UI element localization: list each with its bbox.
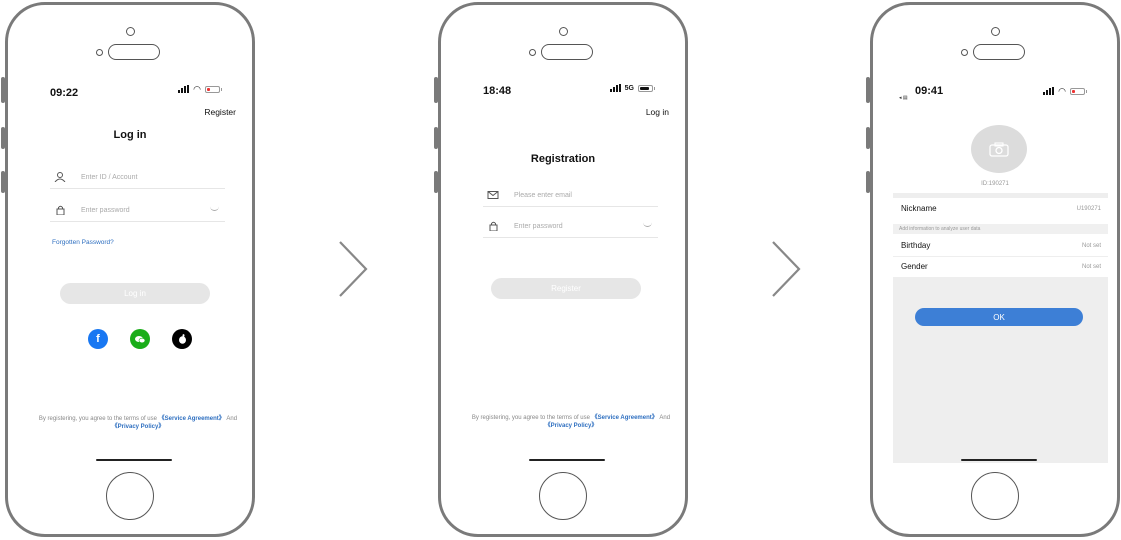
- ok-button[interactable]: OK: [915, 308, 1083, 326]
- password-field[interactable]: Enter password: [50, 199, 225, 222]
- password-placeholder: Enter password: [514, 222, 563, 230]
- status-time: 09:22: [50, 87, 79, 99]
- privacy-policy-link[interactable]: 《Privacy Policy》: [545, 423, 598, 429]
- apple-glyph: [178, 334, 186, 344]
- status-time: 18:48: [483, 85, 512, 97]
- screen-profile: 09:41 ◂ ▤ ◠ ID:190271 Nickname U190271 A…: [875, 5, 1115, 540]
- screen-login: 09:22 ◠ Register Log in Enter ID / Accou…: [10, 71, 250, 466]
- status-time: 09:41: [915, 85, 944, 97]
- gender-value: Not set: [1081, 263, 1101, 270]
- social-login-group: f: [88, 329, 192, 349]
- account-field[interactable]: Enter ID / Account: [50, 166, 225, 189]
- gender-label: Gender: [901, 262, 928, 271]
- nickname-value: U190271: [1076, 205, 1101, 212]
- chevron-right-icon: [339, 241, 368, 297]
- forgot-password-link[interactable]: Forgotten Password?: [52, 239, 114, 246]
- sensor-dot: [96, 49, 103, 56]
- birthday-row[interactable]: Birthday Not set: [901, 241, 1101, 250]
- home-indicator: [96, 459, 172, 461]
- eye-closed-icon[interactable]: [643, 222, 652, 227]
- side-button: [434, 171, 438, 193]
- camera-icon: [989, 141, 1009, 157]
- eye-closed-icon[interactable]: [210, 206, 219, 211]
- battery-icon: [205, 85, 222, 93]
- info-hint: Add information to analyze user data: [893, 224, 1108, 234]
- apple-icon[interactable]: [172, 329, 192, 349]
- home-indicator: [529, 459, 605, 461]
- home-indicator: [961, 459, 1037, 461]
- status-icons: 5G: [609, 84, 655, 92]
- service-agreement-link[interactable]: 《Service Agreement》: [159, 416, 225, 422]
- account-placeholder: Enter ID / Account: [81, 173, 138, 181]
- back-to-app[interactable]: ◂ ▤: [899, 95, 908, 101]
- signal-icon: [1043, 87, 1055, 95]
- login-link[interactable]: Log in: [646, 107, 669, 117]
- home-button[interactable]: [106, 472, 154, 520]
- register-button[interactable]: Register: [491, 278, 641, 299]
- home-button[interactable]: [971, 472, 1019, 520]
- speaker-grille: [541, 44, 593, 60]
- legal-and: And: [657, 415, 671, 421]
- side-button: [1, 127, 5, 149]
- sensor-dot: [529, 49, 536, 56]
- front-camera: [559, 27, 568, 36]
- legal-notice: By registering, you agree to the terms o…: [471, 414, 671, 430]
- phone-login: 09:22 ◠ Register Log in Enter ID / Accou…: [1, 2, 255, 537]
- birthday-value: Not set: [1081, 242, 1101, 249]
- legal-and: And: [224, 416, 238, 422]
- nickname-label: Nickname: [901, 204, 937, 213]
- side-button: [1, 171, 5, 193]
- email-field[interactable]: Please enter email: [483, 184, 658, 207]
- mail-icon: [487, 191, 499, 199]
- password-placeholder: Enter password: [81, 206, 130, 214]
- login-button[interactable]: Log in: [60, 283, 210, 304]
- privacy-policy-link[interactable]: 《Privacy Policy》: [112, 424, 165, 430]
- avatar-upload[interactable]: [971, 125, 1027, 173]
- status-icons: ◠: [178, 84, 222, 94]
- wifi-icon: ◠: [193, 84, 201, 94]
- section-divider: [893, 193, 1108, 198]
- service-agreement-link[interactable]: 《Service Agreement》: [592, 415, 658, 421]
- legal-notice: By registering, you agree to the terms o…: [38, 415, 238, 431]
- phone-profile: 09:41 ◂ ▤ ◠ ID:190271 Nickname U190271 A…: [866, 2, 1120, 540]
- legal-text: By registering, you agree to the terms o…: [38, 416, 159, 422]
- email-placeholder: Please enter email: [514, 191, 572, 199]
- signal-icon: [178, 85, 190, 93]
- facebook-icon[interactable]: f: [88, 329, 108, 349]
- side-button: [866, 127, 870, 149]
- legal-text: By registering, you agree to the terms o…: [471, 415, 592, 421]
- lock-icon: [56, 205, 65, 215]
- user-icon: [54, 172, 66, 182]
- page-title: Registration: [530, 153, 596, 165]
- gender-row[interactable]: Gender Not set: [901, 262, 1101, 271]
- network-type: 5G: [624, 84, 634, 92]
- screen-registration: 18:48 5G Log in Registration Please ente…: [443, 71, 683, 466]
- side-button: [866, 77, 870, 103]
- lock-icon: [489, 221, 498, 231]
- side-button: [434, 77, 438, 103]
- front-camera: [126, 27, 135, 36]
- battery-icon: [1070, 87, 1087, 95]
- divider: [893, 256, 1108, 257]
- signal-icon: [609, 84, 621, 92]
- user-id: ID:190271: [981, 181, 1009, 187]
- profile-footer-area: [893, 277, 1108, 463]
- page-title: Log in: [113, 129, 147, 141]
- side-button: [1, 77, 5, 103]
- birthday-label: Birthday: [901, 241, 931, 250]
- password-field[interactable]: Enter password: [483, 215, 658, 238]
- chevron-right-icon: [772, 241, 801, 297]
- side-button: [866, 171, 870, 193]
- side-button: [434, 127, 438, 149]
- status-icons: ◠: [1043, 86, 1087, 96]
- battery-icon: [638, 84, 655, 92]
- nickname-row[interactable]: Nickname U190271: [901, 204, 1101, 213]
- home-button[interactable]: [539, 472, 587, 520]
- wechat-glyph: [135, 335, 146, 343]
- register-link[interactable]: Register: [204, 107, 236, 117]
- speaker-grille: [108, 44, 160, 60]
- wechat-icon[interactable]: [130, 329, 150, 349]
- wifi-icon: ◠: [1058, 86, 1066, 96]
- phone-registration: 18:48 5G Log in Registration Please ente…: [434, 2, 688, 537]
